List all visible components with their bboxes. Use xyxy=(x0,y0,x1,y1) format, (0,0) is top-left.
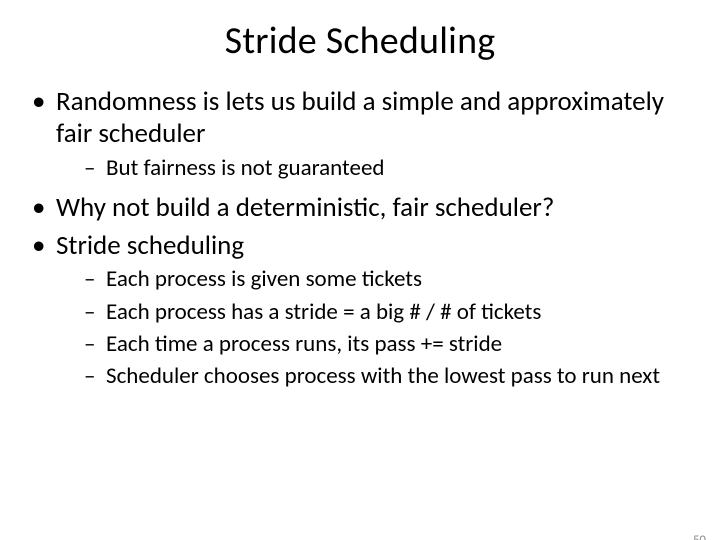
slide-title: Stride Scheduling xyxy=(0,18,720,64)
bullet-text: Randomness is lets us build a simple and… xyxy=(56,85,664,150)
bullet-item: Stride scheduling Each process is given … xyxy=(30,230,690,390)
bullet-item: Randomness is lets us build a simple and… xyxy=(30,86,690,182)
sub-bullet-item: Each process is given some tickets xyxy=(84,265,690,293)
sub-bullet-item: Each process has a stride = a big # / # … xyxy=(84,298,690,326)
bullet-list: Randomness is lets us build a simple and… xyxy=(30,86,690,390)
page-number: 50 xyxy=(693,533,706,540)
sub-bullet-list: But fairness is not guaranteed xyxy=(56,154,690,182)
sub-bullet-list: Each process is given some tickets Each … xyxy=(56,265,690,389)
bullet-item: Why not build a deterministic, fair sche… xyxy=(30,192,690,224)
slide-body: Randomness is lets us build a simple and… xyxy=(0,86,720,390)
sub-bullet-item: But fairness is not guaranteed xyxy=(84,154,690,182)
slide: Stride Scheduling Randomness is lets us … xyxy=(0,18,720,540)
sub-bullet-item: Each time a process runs, its pass += st… xyxy=(84,330,690,358)
bullet-text: Stride scheduling xyxy=(56,229,244,262)
sub-bullet-item: Scheduler chooses process with the lowes… xyxy=(84,362,690,390)
